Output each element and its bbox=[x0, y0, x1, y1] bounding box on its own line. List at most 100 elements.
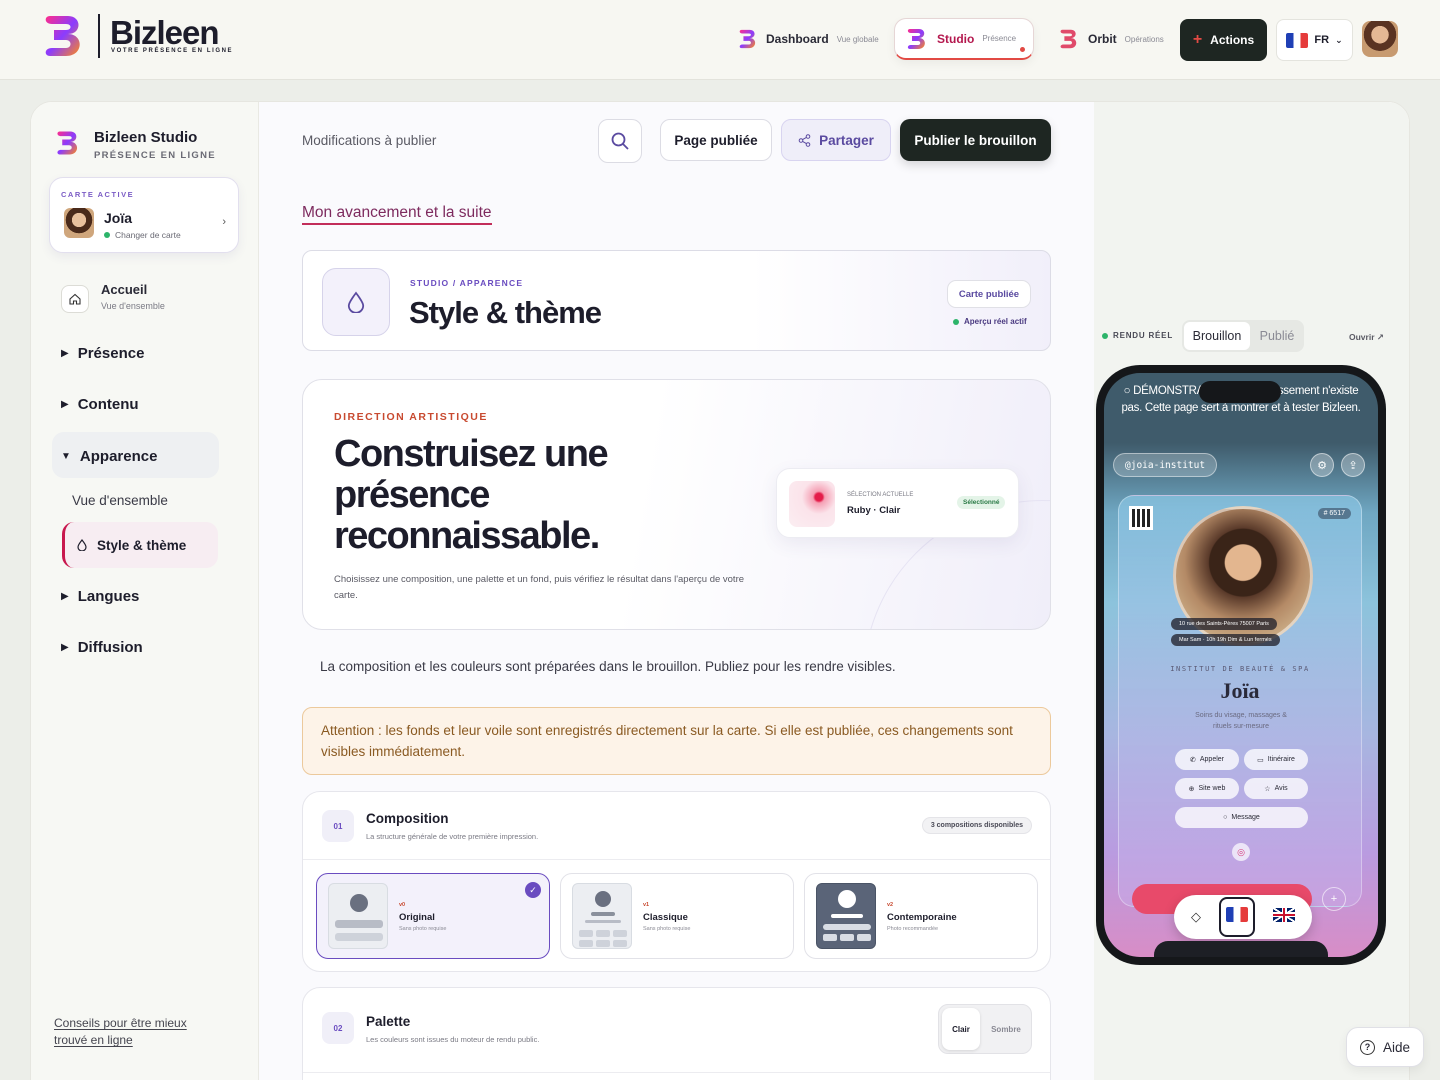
dashboard-logo-icon bbox=[739, 29, 756, 49]
lang-en-option[interactable] bbox=[1273, 907, 1295, 927]
seo-tips-link[interactable]: Conseils pour être mieux trouvé en ligne bbox=[54, 1015, 204, 1049]
phone-notch bbox=[1199, 381, 1281, 403]
live-render-label: RENDU RÉEL bbox=[1102, 331, 1173, 340]
section-subtitle: Les couleurs sont issues du moteur de re… bbox=[366, 1035, 540, 1044]
card-handle[interactable]: @joia-institut bbox=[1113, 453, 1218, 477]
website-label: Site web bbox=[1198, 785, 1226, 792]
option-version: v0 bbox=[399, 902, 406, 908]
published-card-badge[interactable]: Carte publiée bbox=[947, 280, 1031, 308]
sidebar-item-home[interactable]: Accueil Vue d'ensemble bbox=[61, 282, 221, 322]
caret-right-icon: ▶ bbox=[61, 399, 69, 410]
search-button[interactable] bbox=[598, 119, 642, 163]
website-button[interactable]: ⊕ Site web bbox=[1175, 778, 1239, 799]
sidebar-item-langues[interactable]: ▶ Langues bbox=[61, 588, 139, 605]
sidebar-subitem-overview[interactable]: Vue d'ensemble bbox=[72, 493, 168, 508]
drop-icon bbox=[322, 268, 390, 336]
active-card-selector[interactable]: CARTE ACTIVE Joïa Changer de carte › bbox=[49, 177, 239, 253]
composition-option-original[interactable]: v0 Original Sans photo requise ✓ bbox=[316, 873, 550, 959]
star-icon: ☆ bbox=[1264, 785, 1271, 793]
studio-title: Bizleen Studio bbox=[94, 129, 198, 146]
main-panel: Bizleen Studio PRÉSENCE EN LIGNE CARTE A… bbox=[30, 101, 1410, 1080]
chat-icon: ○ bbox=[1223, 814, 1228, 821]
compositions-count-chip: 3 compositions disponibles bbox=[921, 817, 1032, 834]
tab-draft[interactable]: Brouillon bbox=[1184, 322, 1250, 350]
progress-link[interactable]: Mon avancement et la suite bbox=[302, 204, 492, 225]
nav-dashboard-sub: Vue globale bbox=[836, 34, 879, 44]
section-subtitle: La structure générale de votre première … bbox=[366, 832, 539, 841]
nav-orbit[interactable]: Orbit Opérations bbox=[1048, 18, 1174, 60]
message-button[interactable]: ○ Message bbox=[1175, 807, 1308, 828]
address-pill: 10 rue des Saints-Pères 75007 Paris bbox=[1171, 618, 1277, 630]
live-label: Aperçu réel actif bbox=[964, 317, 1027, 326]
palette-section: 02 Palette Les couleurs sont issues du m… bbox=[302, 987, 1051, 1080]
section-title: Composition bbox=[366, 811, 449, 826]
actions-button[interactable]: + Actions bbox=[1180, 19, 1267, 61]
sidebar-subitem-style-theme[interactable]: Style & thème bbox=[62, 522, 218, 568]
logo-separator bbox=[98, 14, 100, 58]
sidebar-item-presence[interactable]: ▶ Présence bbox=[61, 345, 144, 362]
plus-icon: + bbox=[1192, 31, 1203, 48]
option-desc: Sans photo requise bbox=[399, 926, 447, 932]
open-preview-link[interactable]: Ouvrir ↗ bbox=[1349, 332, 1384, 343]
help-label: Aide bbox=[1382, 1039, 1411, 1055]
sidebar-item-diffusion[interactable]: ▶ Diffusion bbox=[61, 639, 143, 656]
studio-logo-icon bbox=[907, 28, 925, 49]
settings-icon[interactable]: ⚙ bbox=[1310, 453, 1334, 477]
instagram-icon[interactable]: ◎ bbox=[1232, 843, 1250, 861]
share-button[interactable]: Partager bbox=[781, 119, 891, 161]
sidebar-item-contenu[interactable]: ▶ Contenu bbox=[61, 396, 139, 413]
sidebar-item-label: Apparence bbox=[79, 448, 158, 465]
card-avatar bbox=[64, 208, 94, 238]
qr-code-icon[interactable] bbox=[1129, 506, 1153, 530]
bizleen-logo-icon[interactable] bbox=[42, 10, 86, 62]
warning-banner: Attention : les fonds et leur voile sont… bbox=[302, 707, 1051, 775]
language-selector[interactable]: FR ⌄ bbox=[1276, 19, 1353, 61]
classique-thumbnail bbox=[572, 883, 632, 949]
hero-headline: Construisez une présence reconnaissable. bbox=[334, 433, 609, 557]
publish-draft-button[interactable]: Publier le brouillon bbox=[900, 119, 1051, 161]
directions-button[interactable]: ▭ Itinéraire bbox=[1244, 749, 1308, 770]
art-direction-hero: DIRECTION ARTISTIQUE Construisez une pré… bbox=[302, 379, 1051, 630]
lang-fr-option[interactable] bbox=[1219, 897, 1255, 937]
selection-value: Ruby · Clair bbox=[847, 505, 901, 516]
published-page-button[interactable]: Page publiée bbox=[660, 119, 772, 161]
share-icon[interactable]: ⇪ bbox=[1341, 453, 1365, 477]
palette-mode-toggle: Clair Sombre bbox=[938, 1004, 1032, 1054]
preview-language-bar: ◇ bbox=[1174, 895, 1312, 939]
page-header: STUDIO / APPARENCE Style & thème Carte p… bbox=[302, 250, 1051, 351]
nav-studio[interactable]: Studio Présence bbox=[894, 18, 1034, 60]
drop-icon bbox=[77, 539, 87, 551]
plus-icon[interactable]: + bbox=[1322, 887, 1346, 911]
home-sub: Vue d'ensemble bbox=[101, 301, 165, 311]
business-card: # 6517 10 rue des Saints-Pères 75007 Par… bbox=[1118, 495, 1362, 907]
status-dot bbox=[953, 318, 959, 325]
change-card-link[interactable]: Changer de carte bbox=[104, 230, 181, 240]
caret-right-icon: ▶ bbox=[61, 591, 69, 602]
help-button[interactable]: ? Aide bbox=[1346, 1027, 1424, 1067]
call-button[interactable]: ✆ Appeler bbox=[1175, 749, 1239, 770]
light-mode-option[interactable]: Clair bbox=[942, 1008, 980, 1050]
section-number: 02 bbox=[322, 1012, 354, 1044]
language-code: FR bbox=[1314, 34, 1330, 46]
option-desc: Photo recommandée bbox=[887, 926, 939, 932]
nav-dashboard[interactable]: Dashboard Vue globale bbox=[728, 18, 889, 60]
card-number: # 6517 bbox=[1317, 508, 1351, 519]
map-icon: ▭ bbox=[1257, 756, 1264, 764]
sidebar-item-label: Langues bbox=[77, 588, 140, 605]
help-icon: ? bbox=[1359, 1039, 1375, 1055]
composition-option-classique[interactable]: v1 Classique Sans photo requise bbox=[560, 873, 794, 959]
pending-changes-label: Modifications à publier bbox=[302, 133, 437, 148]
top-bar: Bizleen VOTRE PRÉSENCE EN LIGNE Dashboar… bbox=[0, 0, 1440, 80]
tag-icon[interactable]: ◇ bbox=[1191, 909, 1201, 925]
tab-published[interactable]: Publié bbox=[1252, 322, 1302, 350]
chevron-down-icon: ⌄ bbox=[1335, 34, 1343, 45]
reviews-button[interactable]: ☆ Avis bbox=[1244, 778, 1308, 799]
sidebar: Bizleen Studio PRÉSENCE EN LIGNE CARTE A… bbox=[31, 102, 259, 1080]
composition-option-contemporaine[interactable]: v2 Contemporaine Photo recommandée bbox=[804, 873, 1038, 959]
french-flag-icon bbox=[1286, 32, 1309, 48]
sidebar-item-apparence[interactable]: ▼ Apparence bbox=[61, 448, 157, 465]
dark-mode-option[interactable]: Sombre bbox=[985, 1008, 1027, 1050]
user-avatar[interactable] bbox=[1362, 21, 1398, 57]
nav-studio-sub: Présence bbox=[982, 34, 1017, 43]
phone-preview: ○ DÉMONSTRATION Cet établissement n'exis… bbox=[1096, 365, 1386, 965]
